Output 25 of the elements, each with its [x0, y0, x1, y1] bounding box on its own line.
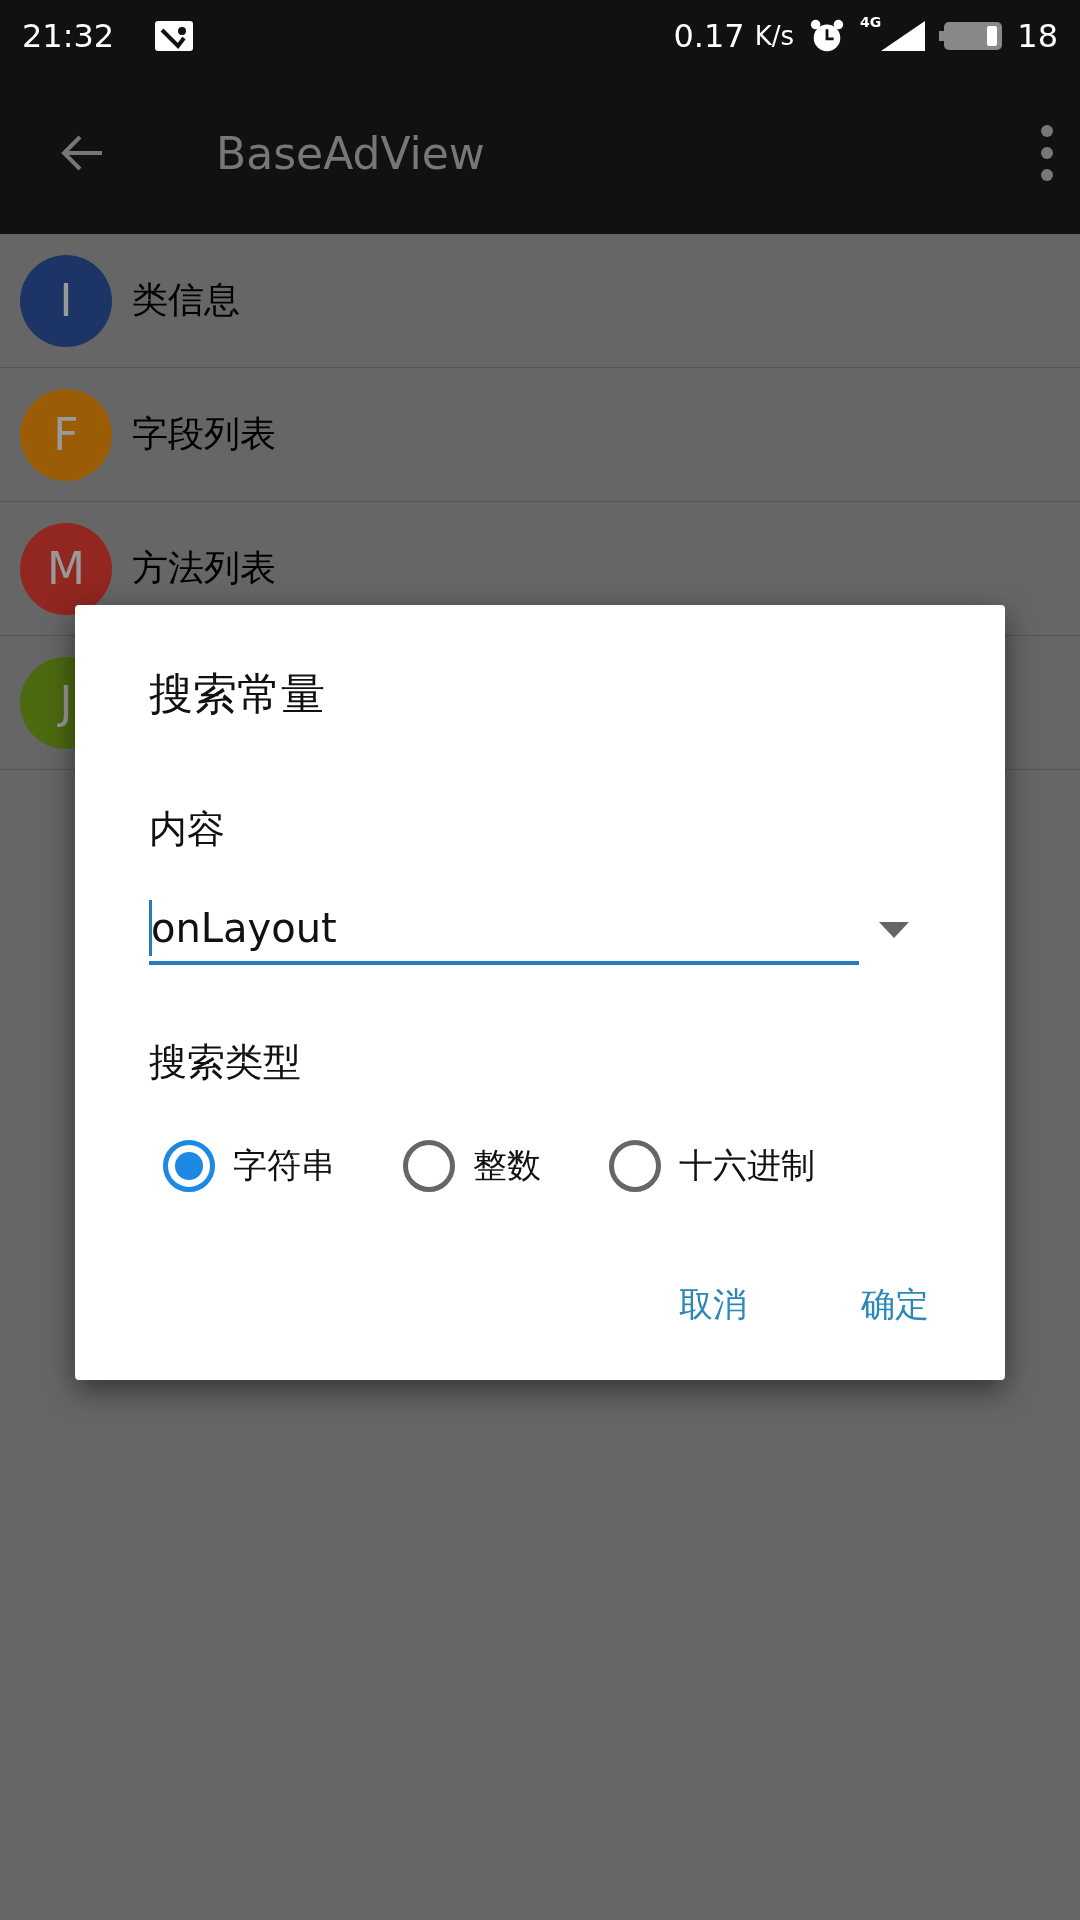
network-type: 4G: [860, 14, 882, 30]
network-speed: 0.17: [673, 17, 745, 55]
more-options-icon[interactable]: [1040, 123, 1054, 183]
dialog-button[interactable]: 确定: [839, 1272, 951, 1338]
field-label: 内容: [149, 806, 226, 853]
speed-unit: K/s: [754, 21, 795, 51]
dialog-button[interactable]: 取消: [657, 1272, 769, 1338]
list-item[interactable]: F 字段列表: [0, 368, 1080, 502]
app-bar-title: BaseAdView: [216, 127, 485, 179]
battery-level: 18: [1017, 17, 1058, 55]
radio-option[interactable]: 字符串: [163, 1140, 335, 1192]
dialog-title: 搜索常量: [149, 667, 326, 721]
signal-icon: [881, 21, 926, 51]
radio-option[interactable]: 十六进制: [609, 1140, 815, 1192]
letter-avatar: I: [20, 254, 112, 347]
radio-option[interactable]: 整数: [403, 1140, 541, 1192]
letter-avatar: M: [20, 522, 112, 615]
battery-icon: [939, 21, 1004, 51]
dropdown-caret-icon[interactable]: [879, 922, 909, 938]
letter-avatar: F: [20, 388, 112, 481]
field-label: 搜索类型: [149, 1039, 302, 1086]
input-field[interactable]: onLayout: [149, 895, 859, 965]
status-time: 21:32: [22, 17, 115, 55]
image-notification-icon: [154, 20, 195, 52]
list-item[interactable]: I 类信息: [0, 234, 1080, 368]
